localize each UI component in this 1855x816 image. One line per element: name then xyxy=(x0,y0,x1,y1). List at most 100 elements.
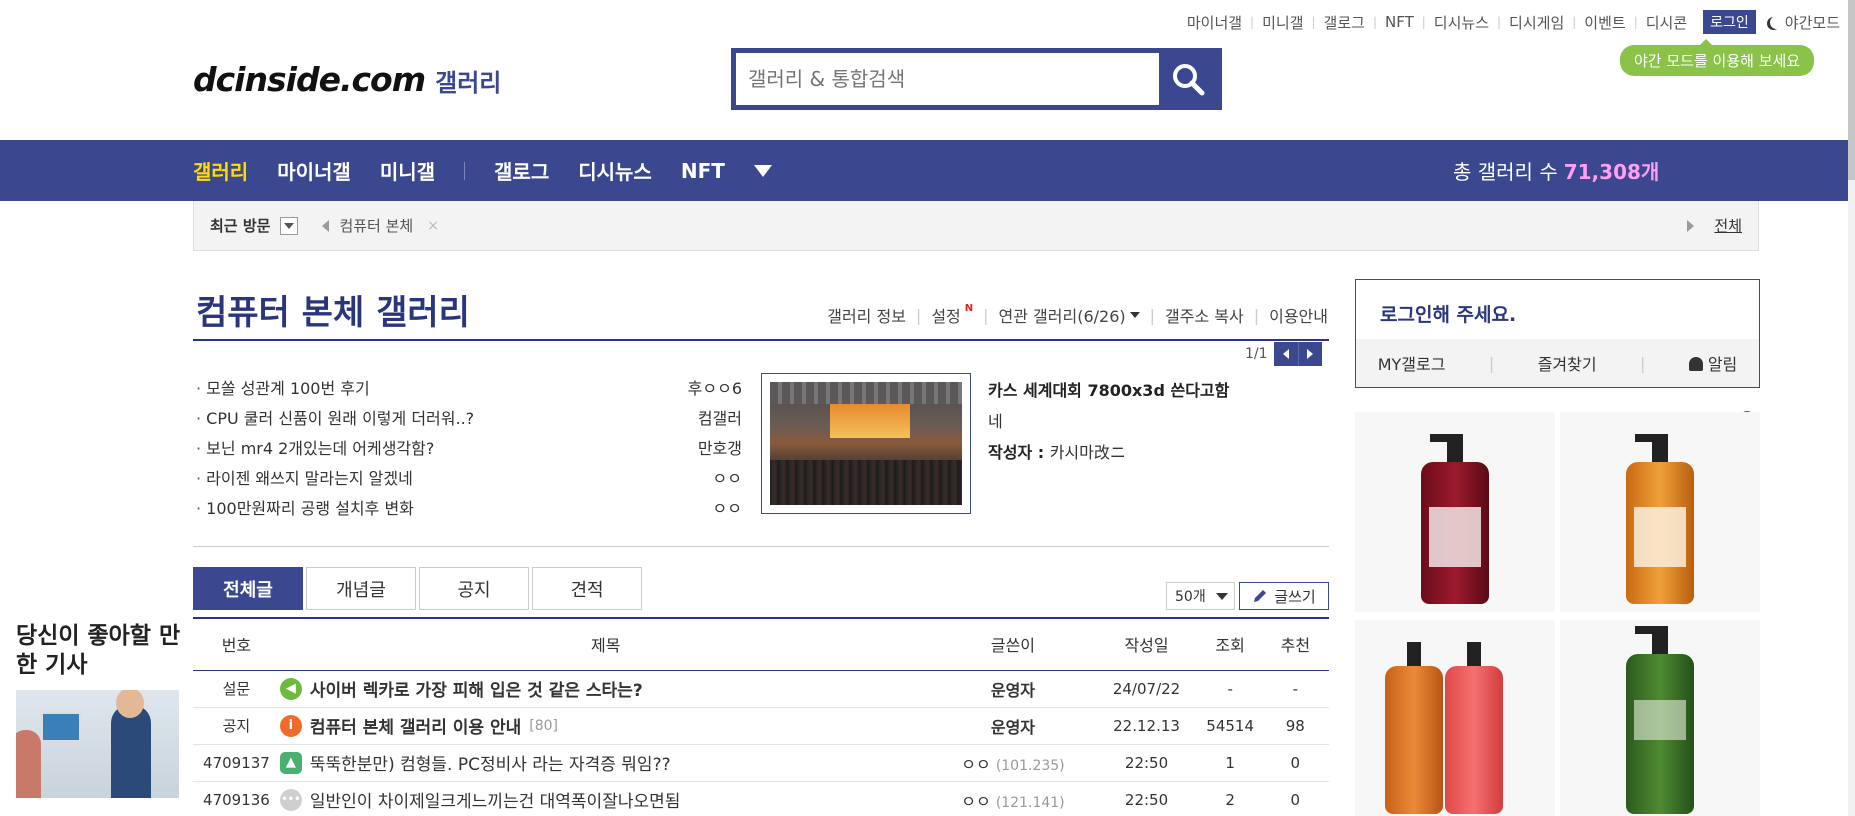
search-box xyxy=(731,48,1222,110)
close-icon[interactable]: × xyxy=(427,218,439,234)
divider: | xyxy=(1488,353,1495,373)
divider: | xyxy=(1253,305,1260,325)
header-views: 조회 xyxy=(1198,618,1262,671)
chevron-down-icon[interactable] xyxy=(753,164,772,177)
concept-post-title[interactable]: CPU 쿨러 신품이 원래 이렇게 더러워..? xyxy=(196,405,474,429)
list-item[interactable]: 보닌 mr4 2개있는데 어케생각함? 만호갱 xyxy=(196,432,742,462)
write-button[interactable]: 글쓰기 xyxy=(1239,582,1329,610)
table-row[interactable]: 공지 i 컴퓨터 본체 갤러리 이용 안내 [80] 운영자 22.12.13 … xyxy=(193,707,1329,745)
scrollbar-thumb[interactable] xyxy=(1848,0,1855,180)
recent-visit-all-link[interactable]: 전체 xyxy=(1714,215,1742,236)
concept-post-title[interactable]: 라이젠 왜쓰지 말라는지 알겠네 xyxy=(196,465,413,489)
related-gallery-dropdown[interactable]: 연관 갤러리(6/26) xyxy=(999,303,1140,327)
bell-icon xyxy=(1688,357,1703,371)
concept-post-list: 모쏠 성관계 100번 후기 후ㅇㅇ6 CPU 쿨러 신품이 원래 이렇게 더러워… xyxy=(196,372,742,522)
tab-estimate[interactable]: 견적 xyxy=(532,567,642,610)
util-link-gallog[interactable]: 갤로그 xyxy=(1316,12,1373,33)
usage-guide-link[interactable]: 이용안내 xyxy=(1269,303,1328,327)
related-gallery-label: 연관 갤러리(6/26) xyxy=(998,307,1126,326)
ad-product-1[interactable] xyxy=(1355,412,1555,612)
util-link-news[interactable]: 디시뉴스 xyxy=(1426,12,1497,33)
nav-gallery[interactable]: 갤러리 xyxy=(193,156,248,185)
night-mode-toggle[interactable]: 야간모드 xyxy=(1766,12,1840,33)
nav-news[interactable]: 디시뉴스 xyxy=(578,156,652,185)
post-subject-cell: ◀ 사이버 렉카로 가장 피해 입은 것 같은 스타는? xyxy=(279,670,932,708)
nav-gallog[interactable]: 갤로그 xyxy=(494,156,549,185)
night-mode-tooltip[interactable]: 야간 모드를 이용해 보세요 xyxy=(1620,39,1815,76)
comment-count[interactable]: [80] xyxy=(529,718,558,734)
concept-post-author: 컴갤러 xyxy=(697,409,742,428)
search-input[interactable] xyxy=(736,53,1159,105)
prev-arrow-icon[interactable] xyxy=(322,219,330,232)
recent-visit-item[interactable]: 컴퓨터 본체 xyxy=(339,215,413,236)
post-writer[interactable]: ㅇㅇ (121.141) xyxy=(931,781,1095,816)
login-prompt[interactable]: 로그인해 주세요. xyxy=(1380,300,1516,327)
page-scrollbar[interactable] xyxy=(1848,0,1855,816)
list-item[interactable]: CPU 쿨러 신품이 원래 이렇게 더러워..? 컴갤러 xyxy=(196,402,742,432)
table-row[interactable]: 설문 ◀ 사이버 렉카로 가장 피해 입은 것 같은 스타는? 운영자 24/0… xyxy=(193,670,1329,708)
util-link-dccon[interactable]: 디시콘 xyxy=(1638,12,1695,33)
copy-address-link[interactable]: 갤주소 복사 xyxy=(1165,303,1244,327)
featured-post[interactable]: 카스 세계대회 7800x3d 쓴다고함 네 작성자 : 카시마改ニ xyxy=(988,375,1248,468)
notifications-link[interactable]: 알림 xyxy=(1688,351,1737,375)
post-recs: 0 xyxy=(1261,744,1329,782)
post-no: 설문 xyxy=(193,670,280,708)
pencil-icon xyxy=(1254,590,1267,602)
concept-post-author: 만호갱 xyxy=(697,439,742,458)
featured-post-title[interactable]: 카스 세계대회 7800x3d 쓴다고함 xyxy=(988,375,1248,406)
gallery-info-link[interactable]: 갤러리 정보 xyxy=(827,303,906,327)
chevron-down-icon xyxy=(284,222,295,229)
post-subject[interactable]: 일반인이 차이제일크게느끼는건 대역폭이잘나오면됨 xyxy=(310,787,681,812)
favorites-link[interactable]: 즐겨찾기 xyxy=(1538,351,1597,375)
post-subject[interactable]: 사이버 렉카로 가장 피해 입은 것 같은 스타는? xyxy=(310,676,643,701)
write-button-label: 글쓰기 xyxy=(1274,587,1316,606)
post-subject[interactable]: 컴퓨터 본체 갤러리 이용 안내 xyxy=(310,713,521,738)
post-subject[interactable]: 뚝뚝한분만) 컴형들. PC정비사 라는 자격증 뭐임?? xyxy=(310,750,671,775)
image-doctor xyxy=(111,705,151,798)
nav-minor[interactable]: 마이너갤 xyxy=(277,156,351,185)
tab-concept[interactable]: 개념글 xyxy=(306,567,416,610)
list-size-select[interactable]: 50개 xyxy=(1166,582,1235,610)
list-item[interactable]: 모쏠 성관계 100번 후기 후ㅇㅇ6 xyxy=(196,372,742,402)
tab-all[interactable]: 전체글 xyxy=(193,567,303,610)
article-thumbnail[interactable] xyxy=(16,690,179,798)
util-link-mini[interactable]: 미니갤 xyxy=(1254,12,1311,33)
featured-post-thumbnail[interactable] xyxy=(761,373,971,514)
ad-product-3[interactable] xyxy=(1355,620,1555,816)
util-link-minor[interactable]: 마이너갤 xyxy=(1179,12,1250,33)
nav-mini[interactable]: 미니갤 xyxy=(380,156,435,185)
post-writer[interactable]: 운영자 xyxy=(931,707,1095,745)
list-item[interactable]: 라이젠 왜쓰지 말라는지 알겠네 ㅇㅇ xyxy=(196,462,742,492)
header-subject: 제목 xyxy=(279,618,932,671)
table-row[interactable]: 4709136 ••• 일반인이 차이제일크게느끼는건 대역폭이잘나오면됨 ㅇㅇ… xyxy=(193,781,1329,816)
recommended-article[interactable]: 당신이 좋아할 만한 기사 xyxy=(16,622,186,798)
concept-post-title[interactable]: 모쏠 성관계 100번 후기 xyxy=(196,375,370,399)
concept-post-title[interactable]: 100만원짜리 공랭 설치후 변화 xyxy=(196,495,414,519)
login-button[interactable]: 로그인 xyxy=(1703,10,1756,34)
post-writer[interactable]: ㅇㅇ (101.235) xyxy=(931,744,1095,782)
gallery-settings-link[interactable]: 설정 N xyxy=(931,303,973,327)
image-booth xyxy=(830,404,910,438)
site-logo[interactable]: dcinside.com 갤러리 xyxy=(193,60,501,99)
tab-notice[interactable]: 공지 xyxy=(419,567,529,610)
ad-product-4[interactable] xyxy=(1560,620,1760,816)
my-gallog-link[interactable]: MY갤로그 xyxy=(1378,351,1446,375)
ad-product-2[interactable] xyxy=(1560,412,1760,612)
pager-next-button[interactable] xyxy=(1297,342,1322,366)
util-link-game[interactable]: 디시게임 xyxy=(1501,12,1572,33)
list-item[interactable]: 100만원짜리 공랭 설치후 변화 ㅇㅇ xyxy=(196,492,742,522)
post-writer[interactable]: 운영자 xyxy=(931,670,1095,708)
featured-post-title-2[interactable]: 네 xyxy=(988,406,1248,437)
table-row[interactable]: 4709137 ▲ 뚝뚝한분만) 컴형들. PC정비사 라는 자격증 뭐임?? … xyxy=(193,744,1329,782)
page-title[interactable]: 컴퓨터 본체 갤러리 xyxy=(196,285,470,334)
next-arrow-icon[interactable] xyxy=(1687,219,1695,232)
search-button[interactable] xyxy=(1159,53,1217,105)
recent-visit-dropdown[interactable] xyxy=(280,216,299,235)
util-link-event[interactable]: 이벤트 xyxy=(1576,12,1633,33)
nav-nft[interactable]: NFT xyxy=(681,159,725,183)
pager-prev-button[interactable] xyxy=(1273,342,1298,366)
post-subject-cell: ••• 일반인이 차이제일크게느끼는건 대역폭이잘나오면됨 xyxy=(279,781,932,816)
util-link-nft[interactable]: NFT xyxy=(1377,13,1422,31)
concept-post-title[interactable]: 보닌 mr4 2개있는데 어케생각함? xyxy=(196,435,434,459)
advertisement[interactable]: i xyxy=(1355,410,1760,816)
